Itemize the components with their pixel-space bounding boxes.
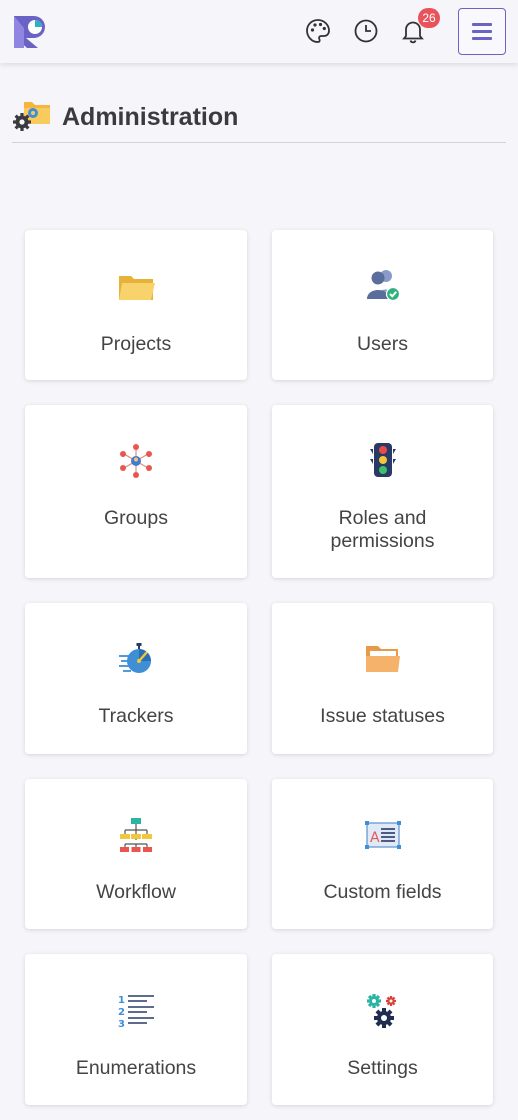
tracker-icon: [116, 639, 156, 679]
top-navbar: 26: [0, 0, 518, 63]
card-custom-fields[interactable]: A Custom fields: [272, 779, 493, 929]
page-title: Administration: [62, 103, 239, 131]
app-logo-icon[interactable]: [12, 14, 50, 50]
open-folder-icon: [363, 639, 403, 679]
card-projects[interactable]: Projects: [25, 230, 247, 380]
card-label: Projects: [100, 333, 172, 355]
page-header: Administration: [12, 100, 506, 143]
hamburger-menu-button[interactable]: [458, 8, 506, 55]
card-label: Trackers: [98, 705, 174, 727]
folder-gear-icon: [12, 100, 52, 134]
folder-icon: [116, 268, 156, 308]
users-icon: [363, 266, 403, 306]
palette-icon[interactable]: [304, 17, 332, 45]
card-settings[interactable]: Settings: [272, 954, 493, 1105]
gears-icon: [363, 990, 403, 1030]
clock-icon[interactable]: [352, 17, 380, 45]
card-workflow[interactable]: Workflow: [25, 779, 247, 929]
svg-text:2: 2: [118, 1007, 125, 1018]
card-label: Settings: [347, 1057, 418, 1079]
card-label: Roles and permissions: [330, 507, 435, 552]
svg-text:A: A: [370, 830, 380, 846]
card-users[interactable]: Users: [272, 230, 493, 380]
card-label: Enumerations: [75, 1057, 197, 1079]
hamburger-menu-icon: [472, 23, 492, 26]
numbered-list-icon: 123: [116, 990, 156, 1030]
card-trackers[interactable]: Trackers: [25, 603, 247, 754]
card-label: Users: [357, 333, 408, 355]
workflow-icon: [116, 815, 156, 855]
card-label: Issue statuses: [320, 705, 445, 727]
card-label: Custom fields: [323, 881, 442, 903]
card-enumerations[interactable]: 123 Enumerations: [25, 954, 247, 1105]
group-network-icon: [116, 441, 156, 481]
card-issue-statuses[interactable]: Issue statuses: [272, 603, 493, 754]
card-roles-and-permissions[interactable]: Roles and permissions: [272, 405, 493, 578]
card-label: Workflow: [96, 881, 176, 903]
svg-text:1: 1: [118, 995, 125, 1006]
text-field-icon: A: [363, 815, 403, 855]
traffic-light-icon: [363, 441, 403, 481]
notifications-badge: 26: [418, 8, 440, 28]
card-groups[interactable]: Groups: [25, 405, 247, 578]
card-label: Groups: [104, 507, 168, 529]
svg-text:3: 3: [118, 1019, 125, 1029]
